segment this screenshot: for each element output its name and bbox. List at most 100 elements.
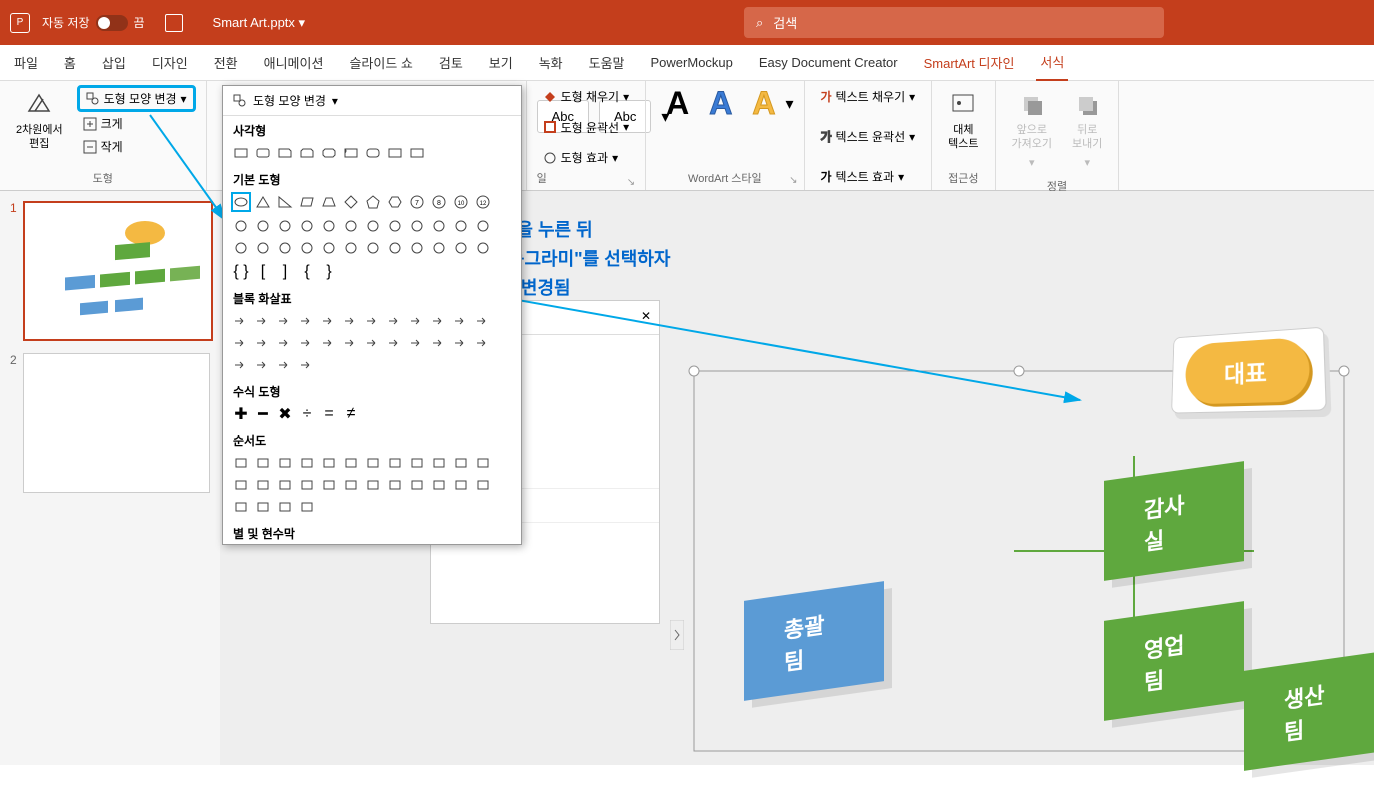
shape-basic-item[interactable] [363, 216, 383, 236]
wordart-style-1[interactable]: A [656, 85, 699, 122]
shape-flow-item[interactable] [429, 475, 449, 495]
shape-outline-button[interactable]: 도형 윤곽선 ▾ [537, 116, 636, 139]
shape-multiply[interactable]: ✖ [275, 404, 295, 424]
shape-trapezoid[interactable] [319, 192, 339, 212]
shape-arrow-item[interactable] [319, 333, 339, 353]
shape-flow-item[interactable] [407, 453, 427, 473]
shape-arrow-item[interactable] [473, 333, 493, 353]
shape-flow-item[interactable] [297, 453, 317, 473]
shape-octagon[interactable]: 8 [429, 192, 449, 212]
shape-basic-item[interactable] [319, 238, 339, 258]
shape-flow-item[interactable] [275, 475, 295, 495]
shape-minus[interactable]: ━ [253, 404, 273, 424]
shape-flow-item[interactable] [319, 453, 339, 473]
tab-design[interactable]: 디자인 [148, 45, 192, 80]
shape-basic-item[interactable] [319, 216, 339, 236]
shape-basic-item[interactable] [275, 216, 295, 236]
shape-parallelogram[interactable] [297, 192, 317, 212]
shape-basic-item[interactable] [297, 216, 317, 236]
dropdown-header[interactable]: 도형 모양 변경 ▾ [223, 86, 521, 116]
shape-arrow-item[interactable] [429, 333, 449, 353]
shape-arrow-item[interactable] [385, 311, 405, 331]
shape-basic-item[interactable] [341, 216, 361, 236]
edit-2d-button[interactable]: 2차원에서 편집 [10, 85, 69, 158]
tab-home[interactable]: 홈 [60, 45, 80, 80]
shape-bracket-r[interactable]: ] [275, 262, 295, 282]
shape-flow-item[interactable] [473, 475, 493, 495]
shape-arrow-item[interactable] [253, 333, 273, 353]
shape-basic-item[interactable] [275, 238, 295, 258]
shape-decagon[interactable]: 10 [451, 192, 471, 212]
wordart-more-icon[interactable]: ▾ [785, 94, 793, 114]
shape-basic-item[interactable] [385, 216, 405, 236]
shape-arrow-item[interactable] [407, 311, 427, 331]
dialog-launcher-wordart[interactable]: ↘ [789, 175, 797, 186]
shape-bracket-l[interactable]: [ [253, 262, 273, 282]
shape-triangle[interactable] [253, 192, 273, 212]
search-box[interactable]: ⌕ 검색 [744, 7, 1164, 38]
tab-insert[interactable]: 삽입 [98, 45, 130, 80]
shape-rounded-rect[interactable] [253, 143, 273, 163]
tab-easydoc[interactable]: Easy Document Creator [755, 47, 902, 78]
shape-basic-item[interactable] [297, 238, 317, 258]
tab-slideshow[interactable]: 슬라이드 쇼 [345, 45, 416, 80]
shape-basic-item[interactable] [407, 216, 427, 236]
tab-help[interactable]: 도움말 [585, 45, 629, 80]
shape-flow-item[interactable] [385, 453, 405, 473]
shape-arrow-item[interactable] [231, 333, 251, 353]
shape-rect8[interactable] [385, 143, 405, 163]
shape-flow-item[interactable] [429, 453, 449, 473]
shape-flow-item[interactable] [385, 475, 405, 495]
tab-smartart-design[interactable]: SmartArt 디자인 [920, 45, 1019, 80]
text-effects-button[interactable]: 가 텍스트 효과 ▾ [815, 165, 922, 188]
shape-arrow-item[interactable] [253, 355, 273, 375]
shape-not-equals[interactable]: ≠ [341, 404, 361, 424]
shape-arrow-item[interactable] [451, 311, 471, 331]
shape-rect[interactable] [231, 143, 251, 163]
shape-arrow-item[interactable] [319, 311, 339, 331]
shape-rect9[interactable] [407, 143, 427, 163]
shape-arrow-item[interactable] [297, 333, 317, 353]
shape-flow-item[interactable] [451, 475, 471, 495]
tab-transition[interactable]: 전환 [210, 45, 242, 80]
shape-basic-item[interactable] [473, 216, 493, 236]
shape-equals[interactable]: = [319, 404, 339, 424]
text-outline-button[interactable]: 가 텍스트 윤곽선 ▾ [815, 125, 922, 148]
send-backward-button[interactable]: 뒤로 보내기 ▾ [1066, 85, 1108, 176]
shape-snip-rect[interactable] [275, 143, 295, 163]
shape-flow-item[interactable] [253, 475, 273, 495]
tab-review[interactable]: 검토 [435, 45, 467, 80]
shape-basic-item[interactable] [473, 238, 493, 258]
org-node-total[interactable]: 총괄팀 [744, 581, 884, 701]
shape-arrow-item[interactable] [451, 333, 471, 353]
text-fill-button[interactable]: 가 텍스트 채우기 ▾ [815, 85, 922, 108]
save-icon[interactable] [165, 14, 183, 32]
shape-basic-item[interactable] [451, 238, 471, 258]
org-node-audit[interactable]: 감사실 [1104, 461, 1244, 581]
filename[interactable]: Smart Art.pptx ▾ [213, 15, 306, 31]
shape-plus[interactable]: ✚ [231, 404, 251, 424]
org-node-production[interactable]: 생산팀 [1244, 651, 1374, 771]
shape-arrow-item[interactable] [275, 355, 295, 375]
expand-handle[interactable] [670, 620, 684, 655]
org-node-sales[interactable]: 영업팀 [1104, 601, 1244, 721]
shape-flow-item[interactable] [231, 475, 251, 495]
shape-arrow-item[interactable] [275, 311, 295, 331]
shape-arrow-item[interactable] [363, 333, 383, 353]
shape-basic-item[interactable] [407, 238, 427, 258]
tab-record[interactable]: 녹화 [535, 45, 567, 80]
shape-rect4[interactable] [297, 143, 317, 163]
shape-flow-item[interactable] [363, 475, 383, 495]
shape-arrow-item[interactable] [385, 333, 405, 353]
shape-arrow-item[interactable] [407, 333, 427, 353]
shape-basic-item[interactable] [253, 238, 273, 258]
shape-flow-item[interactable] [231, 453, 251, 473]
slide-thumbnail-2[interactable] [23, 353, 210, 493]
shape-hexagon[interactable] [385, 192, 405, 212]
shape-basic-item[interactable] [451, 216, 471, 236]
org-node-ceo[interactable]: 대표 [1185, 337, 1311, 405]
shape-arrow-item[interactable] [231, 311, 251, 331]
toggle-switch[interactable] [96, 15, 128, 31]
shape-diamond[interactable] [341, 192, 361, 212]
shape-flow-item[interactable] [297, 475, 317, 495]
